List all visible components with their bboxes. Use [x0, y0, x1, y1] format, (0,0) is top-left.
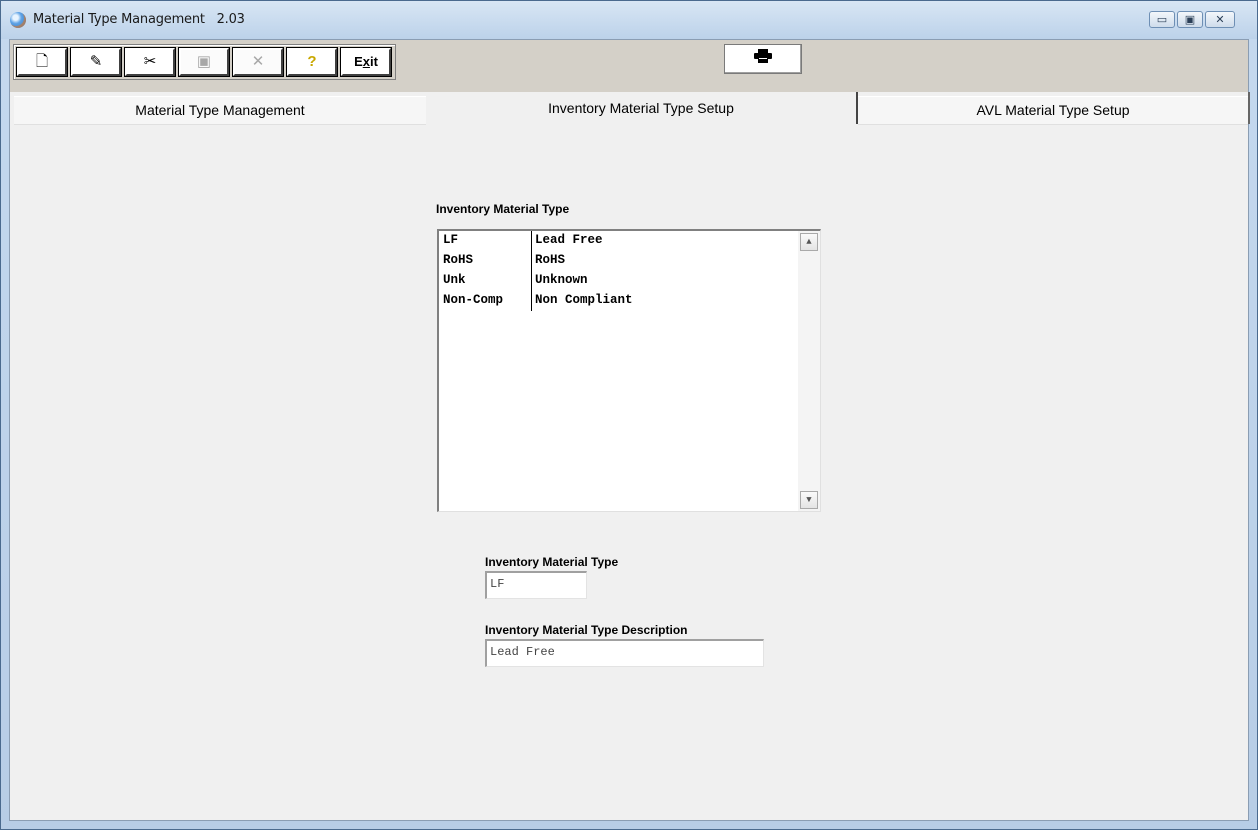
list-item-code: LF	[443, 233, 459, 247]
tab-inventory-material-type-setup[interactable]: Inventory Material Type Setup	[426, 92, 856, 124]
delete-button[interactable]: ✕	[232, 47, 284, 77]
tab-avl-material-type-setup[interactable]: AVL Material Type Setup	[858, 96, 1248, 124]
new-button[interactable]: 🗋	[16, 47, 68, 77]
material-type-description-field[interactable]: Lead Free	[485, 639, 764, 667]
type-field-label: Inventory Material Type	[485, 555, 619, 569]
tab-divider	[1248, 92, 1250, 124]
print-button[interactable]	[724, 44, 802, 74]
help-button[interactable]: ?	[286, 47, 338, 77]
list-item[interactable]: Non-Comp Non Compliant	[439, 291, 797, 311]
list-item[interactable]: RoHS RoHS	[439, 251, 797, 271]
window-controls: ▭ ▣ ✕	[1149, 11, 1235, 28]
tab-material-type-management[interactable]: Material Type Management	[14, 96, 426, 124]
app-logo-icon	[10, 12, 26, 28]
help-icon: ?	[307, 53, 317, 70]
app-window: Material Type Management 2.03 ▭ ▣ ✕ 🗋 ✎ …	[0, 0, 1258, 830]
cut-button[interactable]: ✂	[124, 47, 176, 77]
list-item-description: Lead Free	[535, 233, 603, 247]
maximize-button[interactable]: ▣	[1177, 11, 1203, 28]
close-button[interactable]: ✕	[1205, 11, 1235, 28]
scissors-icon: ✂	[143, 53, 157, 70]
list-item-description: Non Compliant	[535, 293, 633, 307]
scroll-up-button[interactable]: ▲	[800, 233, 818, 251]
list-item[interactable]: LF Lead Free	[439, 231, 797, 251]
material-type-field[interactable]: LF	[485, 571, 587, 599]
list-item[interactable]: Unk Unknown	[439, 271, 797, 291]
new-document-icon: 🗋	[35, 53, 49, 70]
toolbar: 🗋 ✎ ✂ ▣ ✕ ? Exit	[13, 44, 396, 80]
printer-icon	[754, 49, 772, 63]
material-type-list[interactable]: LF Lead Free RoHS RoHS Unk Unknown Non-C…	[437, 229, 821, 512]
exit-button[interactable]: Exit	[340, 47, 392, 77]
list-rows: LF Lead Free RoHS RoHS Unk Unknown Non-C…	[439, 231, 797, 311]
description-field-label: Inventory Material Type Description	[485, 623, 688, 637]
scroll-down-button[interactable]: ▼	[800, 491, 818, 509]
window-title: Material Type Management 2.03	[33, 12, 245, 27]
list-item-code: RoHS	[443, 253, 474, 267]
tab-strip: Material Type Management Inventory Mater…	[14, 92, 1250, 124]
vertical-scrollbar[interactable]: ▲ ▼	[798, 231, 820, 511]
edit-button[interactable]: ✎	[70, 47, 122, 77]
list-title: Inventory Material Type	[436, 202, 570, 216]
client-area: 🗋 ✎ ✂ ▣ ✕ ? Exit Material Type Managemen…	[9, 39, 1250, 821]
save-icon: ▣	[196, 53, 212, 70]
exit-label: Exit	[354, 54, 378, 69]
list-item-code: Non-Comp	[443, 293, 504, 307]
list-item-code: Unk	[443, 273, 466, 287]
list-item-description: Unknown	[535, 273, 588, 287]
edit-icon: ✎	[89, 53, 103, 70]
title-bar[interactable]: Material Type Management 2.03 ▭ ▣ ✕	[1, 1, 1257, 39]
delete-x-icon: ✕	[251, 53, 265, 70]
toolbar-strip: 🗋 ✎ ✂ ▣ ✕ ? Exit	[10, 40, 1248, 92]
save-button[interactable]: ▣	[178, 47, 230, 77]
list-item-description: RoHS	[535, 253, 566, 267]
minimize-button[interactable]: ▭	[1149, 11, 1175, 28]
